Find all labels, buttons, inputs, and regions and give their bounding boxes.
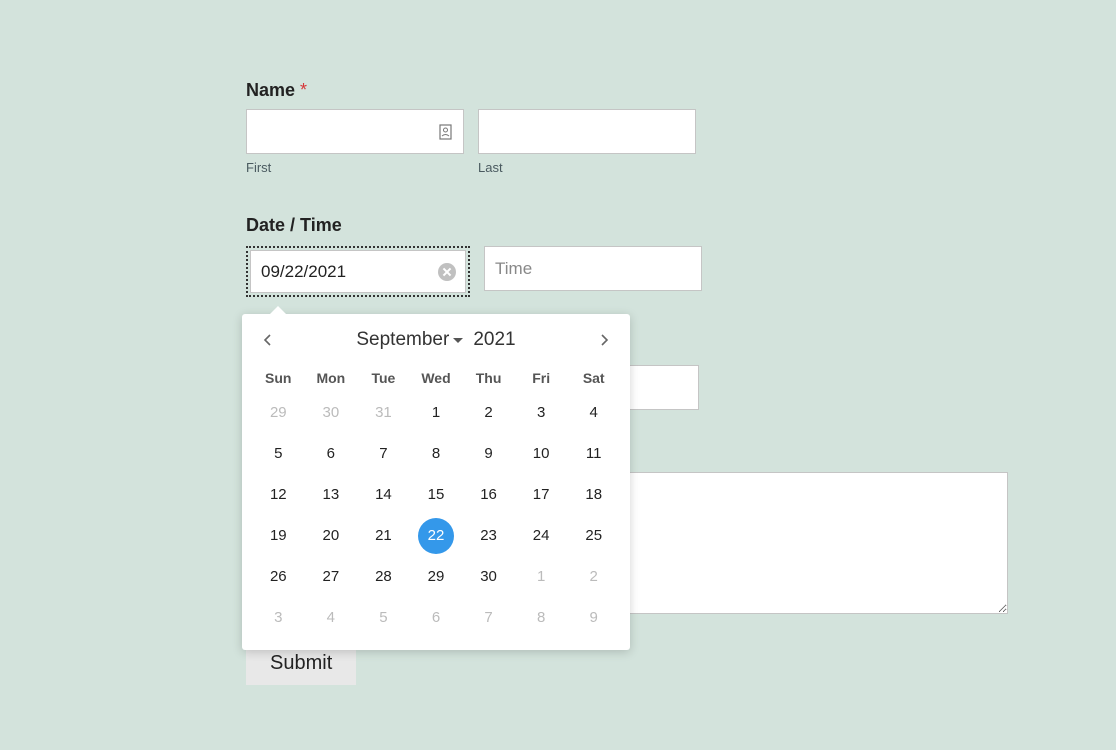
calendar-day[interactable]: 8 xyxy=(515,597,568,638)
required-asterisk: * xyxy=(300,80,307,100)
calendar-day[interactable]: 19 xyxy=(252,515,305,556)
date-input[interactable] xyxy=(250,250,466,293)
last-name-sublabel: Last xyxy=(478,160,696,175)
chevron-down-icon xyxy=(453,338,463,343)
clear-date-icon[interactable] xyxy=(438,263,456,281)
calendar-day[interactable]: 21 xyxy=(357,515,410,556)
calendar-day[interactable]: 6 xyxy=(305,433,358,474)
calendar-day[interactable]: 22 xyxy=(410,515,463,556)
day-header: Fri xyxy=(515,364,568,392)
name-label: Name * xyxy=(246,80,1016,101)
calendar-day[interactable]: 11 xyxy=(567,433,620,474)
last-name-input[interactable] xyxy=(478,109,696,154)
calendar-day[interactable]: 7 xyxy=(357,433,410,474)
date-input-wrap xyxy=(246,246,470,297)
day-header: Wed xyxy=(410,364,463,392)
calendar-day[interactable]: 10 xyxy=(515,433,568,474)
popup-arrow xyxy=(270,306,286,314)
contacts-icon[interactable] xyxy=(438,124,454,140)
calendar-day[interactable]: 26 xyxy=(252,556,305,597)
calendar-day[interactable]: 12 xyxy=(252,474,305,515)
date-picker-popup: September 2021 SunMonTueWedThuFriSat 293… xyxy=(242,314,630,650)
calendar-day[interactable]: 27 xyxy=(305,556,358,597)
calendar-day[interactable]: 6 xyxy=(410,597,463,638)
year-label[interactable]: 2021 xyxy=(473,329,515,351)
day-header: Sun xyxy=(252,364,305,392)
month-select[interactable]: September xyxy=(356,329,463,351)
calendar-day[interactable]: 2 xyxy=(567,556,620,597)
calendar-day[interactable]: 18 xyxy=(567,474,620,515)
calendar-day[interactable]: 16 xyxy=(462,474,515,515)
day-header: Sat xyxy=(567,364,620,392)
calendar-day[interactable]: 3 xyxy=(515,392,568,433)
calendar-day[interactable]: 8 xyxy=(410,433,463,474)
name-label-text: Name xyxy=(246,80,295,100)
calendar-day[interactable]: 1 xyxy=(410,392,463,433)
calendar-day[interactable]: 17 xyxy=(515,474,568,515)
calendar-day[interactable]: 14 xyxy=(357,474,410,515)
calendar-day[interactable]: 4 xyxy=(567,392,620,433)
calendar-title: September 2021 xyxy=(356,329,515,351)
calendar-day[interactable]: 25 xyxy=(567,515,620,556)
calendar-day[interactable]: 9 xyxy=(462,433,515,474)
calendar-day[interactable]: 1 xyxy=(515,556,568,597)
first-name-input[interactable] xyxy=(246,109,464,154)
calendar-day[interactable]: 3 xyxy=(252,597,305,638)
calendar-day[interactable]: 28 xyxy=(357,556,410,597)
calendar-day[interactable]: 5 xyxy=(357,597,410,638)
calendar-day[interactable]: 29 xyxy=(252,392,305,433)
calendar-day[interactable]: 23 xyxy=(462,515,515,556)
prev-month-button[interactable] xyxy=(256,328,280,352)
calendar-day[interactable]: 4 xyxy=(305,597,358,638)
calendar-day[interactable]: 13 xyxy=(305,474,358,515)
calendar-day[interactable]: 2 xyxy=(462,392,515,433)
calendar-day[interactable]: 29 xyxy=(410,556,463,597)
day-header: Mon xyxy=(305,364,358,392)
calendar-day[interactable]: 31 xyxy=(357,392,410,433)
calendar-day[interactable]: 24 xyxy=(515,515,568,556)
month-label: September xyxy=(356,329,449,351)
day-header: Thu xyxy=(462,364,515,392)
calendar-day[interactable]: 30 xyxy=(462,556,515,597)
calendar-day[interactable]: 7 xyxy=(462,597,515,638)
first-name-sublabel: First xyxy=(246,160,464,175)
calendar-day[interactable]: 15 xyxy=(410,474,463,515)
calendar-day[interactable]: 9 xyxy=(567,597,620,638)
calendar-day[interactable]: 30 xyxy=(305,392,358,433)
calendar-day[interactable]: 5 xyxy=(252,433,305,474)
datetime-label: Date / Time xyxy=(246,215,1016,236)
day-header: Tue xyxy=(357,364,410,392)
next-month-button[interactable] xyxy=(592,328,616,352)
time-input[interactable] xyxy=(484,246,702,291)
calendar-day[interactable]: 20 xyxy=(305,515,358,556)
